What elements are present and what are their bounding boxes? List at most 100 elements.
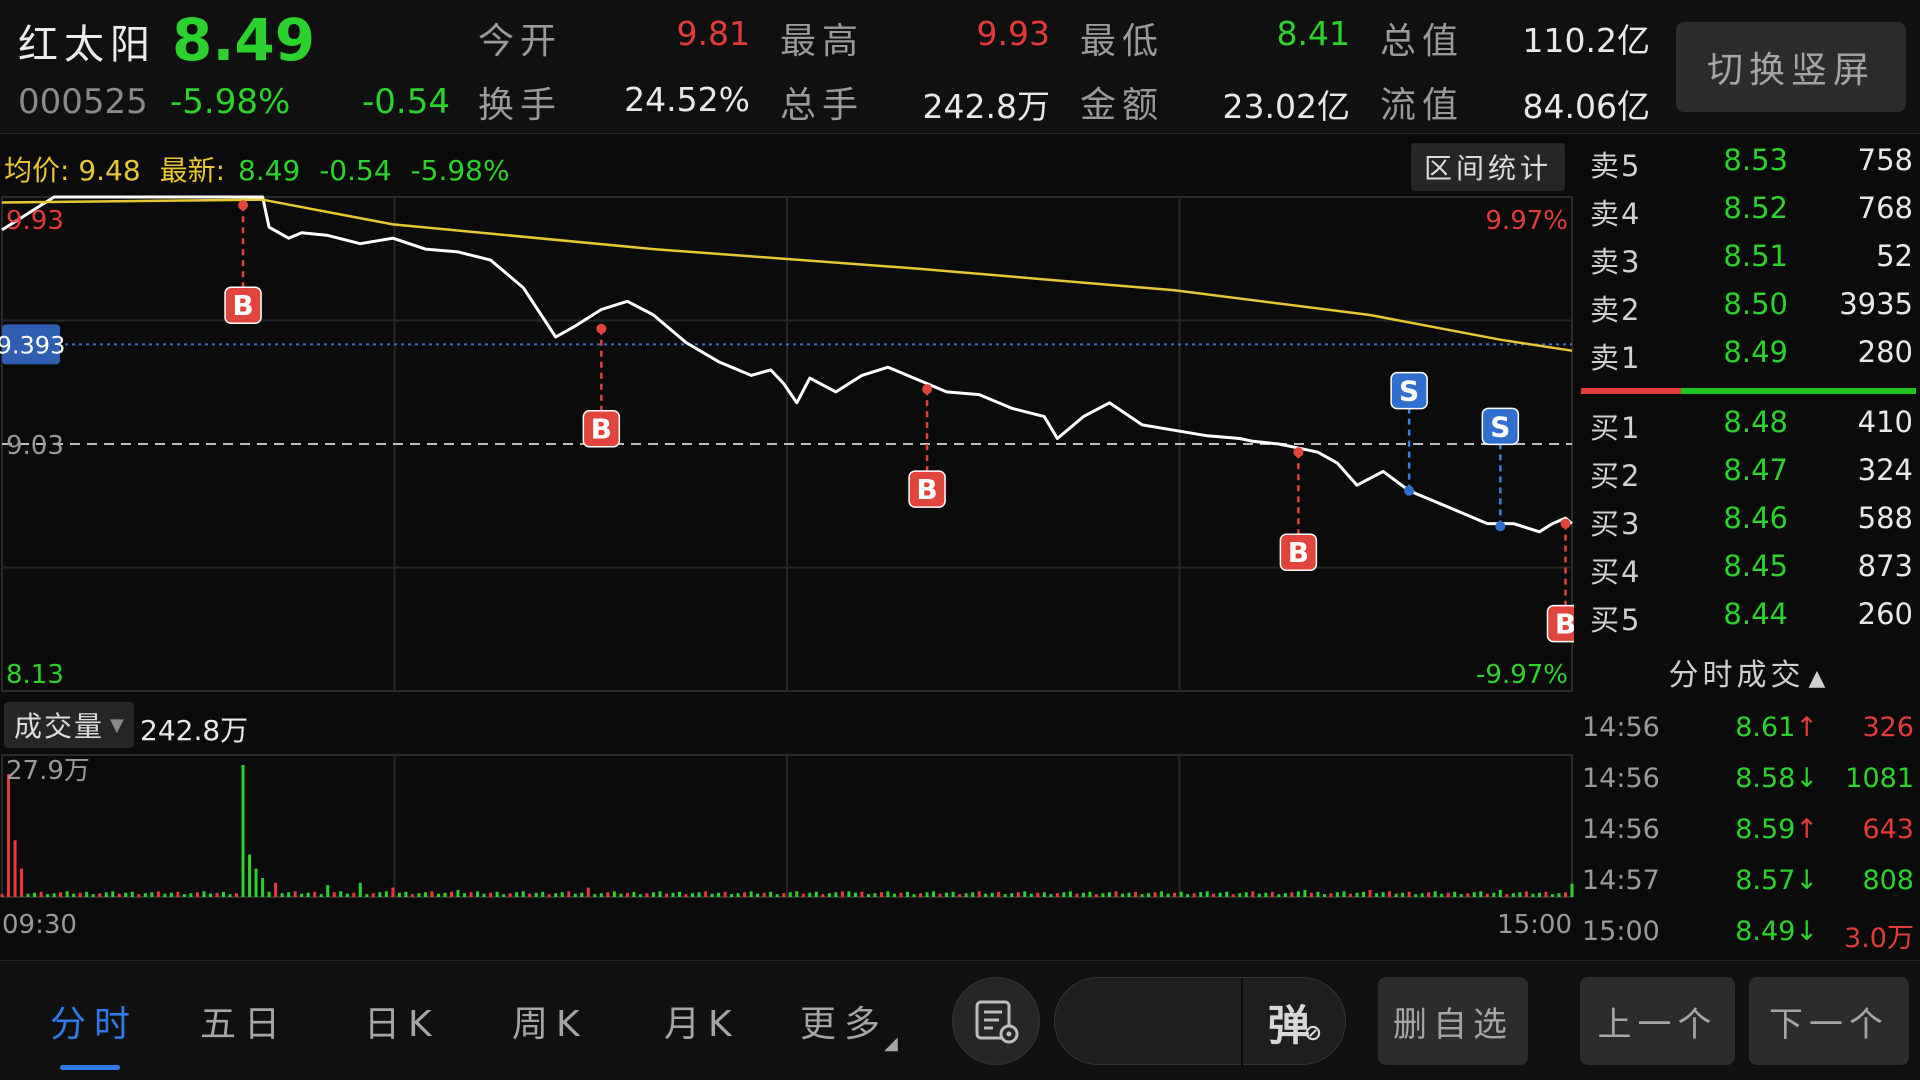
volume-bar: [339, 891, 343, 897]
volume-bar: [997, 891, 1001, 897]
sell-marker: S: [1481, 407, 1520, 446]
ask-row[interactable]: 卖3 8.51 52: [1578, 239, 1920, 287]
ask-row[interactable]: 卖4 8.52 768: [1578, 191, 1920, 239]
volume-bar: [78, 892, 82, 897]
volume-bar: [1498, 889, 1502, 897]
arrow-down-icon: ↓: [1795, 865, 1818, 896]
ask-label: 卖4: [1590, 197, 1642, 231]
bid-row[interactable]: 买3 8.46 588: [1578, 501, 1920, 549]
volume-bar: [1557, 893, 1561, 897]
ask-price: 8.53: [1723, 143, 1788, 177]
volume-bar: [1010, 893, 1014, 897]
volume-bar: [143, 893, 147, 897]
volume-bar: [528, 893, 532, 897]
ask-row[interactable]: 卖5 8.53 758: [1578, 143, 1920, 191]
intraday-chart[interactable]: B B B B S S B 9.93 9.03 8.13 9.97% -9.97% 27.9万 09:30…: [0, 135, 1574, 960]
volume-bar: [1505, 894, 1509, 897]
volume-bar: [1466, 893, 1470, 897]
danmu-toggle-button[interactable]: 弹 ⊘: [1255, 988, 1335, 1056]
bid-row[interactable]: 买5 8.44 260: [1578, 597, 1920, 645]
volume-bar: [1316, 891, 1320, 897]
volume-bar: [1244, 892, 1248, 897]
volume-bar: [782, 893, 786, 897]
arrow-down-icon: ↓: [1795, 763, 1818, 794]
switch-portrait-button[interactable]: 切换竖屏: [1676, 22, 1906, 112]
marker-letter: B: [591, 413, 612, 446]
remove-watchlist-button[interactable]: 删自选: [1378, 977, 1528, 1065]
arrow-down-icon: ↓: [1795, 916, 1818, 947]
volume-bar: [241, 765, 245, 897]
legend-avg-value: 9.48: [78, 154, 141, 187]
volume-bar: [267, 891, 271, 897]
tab-five-day[interactable]: 五日: [200, 995, 288, 1047]
legend-last-label: 最新:: [159, 154, 226, 187]
volume-bar: [326, 885, 330, 897]
volume-bar: [1225, 891, 1229, 897]
bid-label: 买3: [1590, 507, 1642, 541]
y-label-mid: 9.03: [6, 431, 64, 461]
volume-bar: [417, 893, 421, 897]
volume-bar: [1270, 891, 1274, 897]
trade-row: 14:56 8.59↑ 643: [1578, 814, 1920, 862]
ask-row[interactable]: 卖2 8.50 3935: [1578, 287, 1920, 335]
bid-price: 8.48: [1723, 405, 1788, 439]
volume-bar: [1550, 894, 1554, 897]
volume-bar: [912, 894, 916, 897]
tab-more[interactable]: 更多: [800, 995, 888, 1047]
volume-bar: [619, 893, 623, 897]
bid-row[interactable]: 买2 8.47 324: [1578, 453, 1920, 501]
range-stats-button[interactable]: 区间统计: [1411, 143, 1565, 191]
trade-volume: 3.0万: [1844, 923, 1914, 954]
next-stock-button[interactable]: 下一个: [1749, 977, 1909, 1065]
volume-bar: [534, 892, 538, 897]
bid-row[interactable]: 买4 8.45 873: [1578, 549, 1920, 597]
volume-bar: [1375, 893, 1379, 897]
volume-bar: [300, 893, 304, 897]
danmu-divider: [1241, 978, 1243, 1066]
volume-bar: [567, 891, 571, 897]
quote-header: 红太阳 8.49 000525 -5.98% -0.54 今开 9.81 最高 …: [0, 0, 1920, 134]
volume-bar: [964, 893, 968, 897]
volume-bar: [52, 893, 56, 897]
previous-stock-button[interactable]: 上一个: [1580, 977, 1735, 1065]
bid-row[interactable]: 买1 8.48 410: [1578, 405, 1920, 453]
volume-bar: [371, 893, 375, 897]
tab-daily-k[interactable]: 日K: [364, 995, 440, 1047]
volume-bar: [1355, 892, 1359, 897]
volume-bar: [775, 894, 779, 897]
volume-bar: [332, 892, 336, 897]
trade-time: 14:56: [1582, 814, 1660, 845]
volume-bar: [638, 894, 642, 897]
volume-bar: [1062, 892, 1066, 897]
volume-bar: [1485, 893, 1489, 897]
tab-weekly-k[interactable]: 周K: [512, 995, 588, 1047]
stat-value-low: 8.41: [1276, 14, 1350, 53]
stock-code: 000525: [18, 82, 148, 122]
volume-bar: [625, 892, 629, 897]
volume-bar: [163, 893, 167, 897]
volume-bar: [1173, 892, 1177, 897]
volume-bar: [925, 892, 929, 897]
volume-bar: [280, 893, 284, 897]
indicator-selector[interactable]: 成交量 ▼: [4, 702, 134, 748]
tab-intraday[interactable]: 分时: [50, 995, 138, 1047]
volume-bar: [678, 891, 682, 897]
stat-value-float-value: 84.06亿: [1522, 87, 1650, 126]
volume-bar: [1544, 891, 1548, 897]
volume-bar: [1029, 893, 1033, 897]
volume-bar: [111, 891, 115, 897]
note-button[interactable]: [952, 977, 1040, 1065]
danmu-bar: 弹 ⊘: [1054, 977, 1346, 1066]
stat-label-low: 最低: [1080, 21, 1165, 62]
trade-price-value: 8.49: [1735, 916, 1796, 947]
tab-monthly-k[interactable]: 月K: [664, 995, 740, 1047]
trade-price-value: 8.58: [1735, 763, 1796, 794]
trade-time: 14:57: [1582, 865, 1660, 896]
trades-header[interactable]: 分时成交 ▲: [1578, 650, 1920, 694]
volume-bar: [990, 892, 994, 897]
volume-bar: [130, 891, 134, 897]
volume-bar: [879, 892, 883, 897]
danmu-input[interactable]: [1075, 998, 1255, 1046]
ask-row[interactable]: 卖1 8.49 280: [1578, 335, 1920, 383]
volume-bar: [612, 891, 616, 897]
